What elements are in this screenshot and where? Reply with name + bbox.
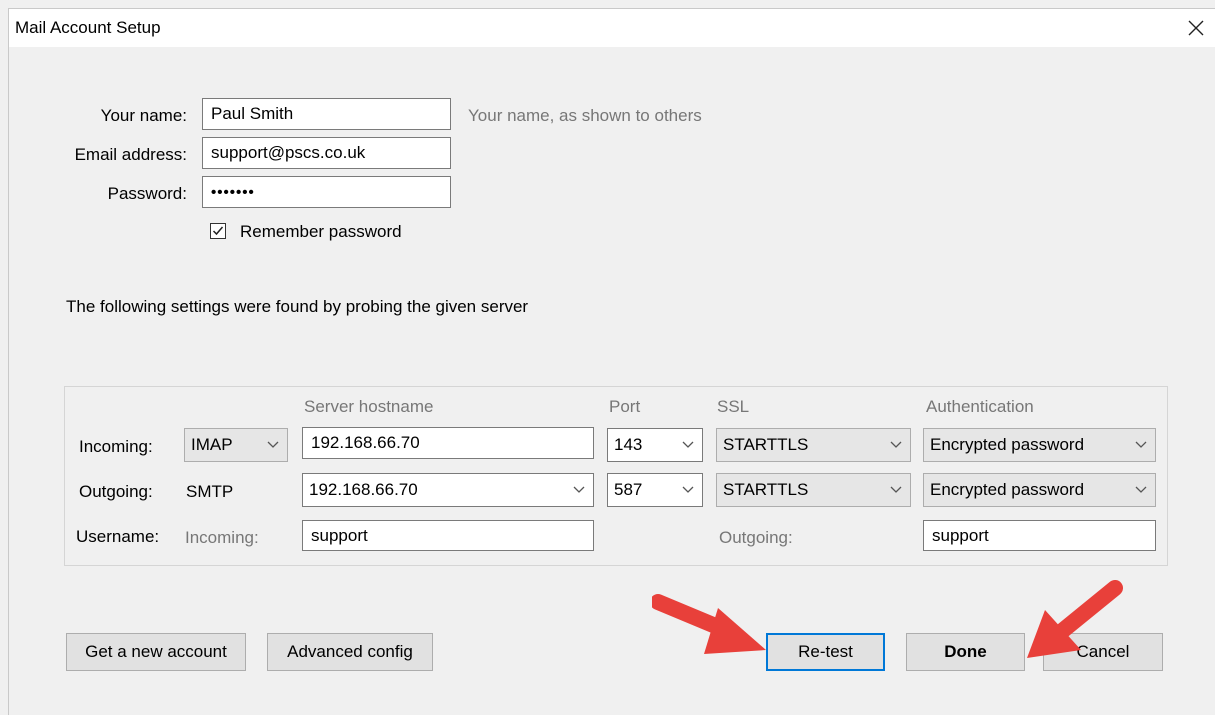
- close-icon: [1188, 20, 1204, 36]
- red-arrow-icon: [652, 594, 766, 654]
- chevron-down-icon: [267, 441, 279, 448]
- your-name-label: Your name:: [100, 106, 187, 125]
- username-label: Username:: [76, 527, 160, 546]
- incoming-protocol-select[interactable]: IMAP: [184, 428, 288, 462]
- header-authentication: Authentication: [926, 397, 1034, 416]
- username-incoming-label: Incoming:: [185, 528, 259, 547]
- chevron-down-icon: [573, 486, 585, 493]
- incoming-authentication-value: Encrypted password: [930, 435, 1085, 454]
- outgoing-hostname-value: 192.168.66.70: [309, 480, 418, 499]
- incoming-hostname-input[interactable]: 192.168.66.70: [302, 427, 594, 459]
- outgoing-label: Outgoing:: [79, 482, 153, 501]
- incoming-port-select[interactable]: 143: [607, 428, 703, 462]
- incoming-ssl-value: STARTTLS: [723, 435, 809, 454]
- incoming-username-value: support: [311, 525, 368, 545]
- done-button[interactable]: Done: [906, 633, 1025, 671]
- email-label: Email address:: [74, 145, 187, 164]
- outgoing-hostname-combobox[interactable]: 192.168.66.70: [302, 473, 594, 507]
- incoming-hostname-value: 192.168.66.70: [311, 433, 420, 452]
- chevron-down-icon: [682, 486, 694, 493]
- password-label: Password:: [107, 184, 187, 203]
- email-value: support@pscs.co.uk: [211, 143, 366, 162]
- chevron-down-icon: [890, 486, 902, 493]
- incoming-username-input[interactable]: support: [302, 520, 594, 551]
- outgoing-username-value: support: [932, 525, 989, 545]
- header-port: Port: [609, 397, 641, 416]
- advanced-config-button[interactable]: Advanced config: [267, 633, 433, 671]
- outgoing-port-select[interactable]: 587: [607, 473, 703, 507]
- your-name-hint: Your name, as shown to others: [468, 106, 702, 125]
- remember-password-label[interactable]: Remember password: [240, 222, 402, 242]
- chevron-down-icon: [890, 441, 902, 448]
- chevron-down-icon: [682, 441, 694, 448]
- remember-password-checkbox[interactable]: [210, 223, 226, 239]
- probe-message: The following settings were found by pro…: [66, 297, 529, 316]
- password-input[interactable]: •••••••: [202, 176, 451, 208]
- mail-account-setup-dialog: Mail Account Setup Your name: Paul Smith…: [8, 8, 1215, 715]
- outgoing-ssl-select[interactable]: STARTTLS: [716, 473, 911, 507]
- outgoing-authentication-value: Encrypted password: [930, 480, 1085, 499]
- window-title: Mail Account Setup: [15, 18, 161, 37]
- get-new-account-button[interactable]: Get a new account: [66, 633, 246, 671]
- outgoing-username-input[interactable]: support: [923, 520, 1156, 551]
- username-outgoing-label: Outgoing:: [719, 528, 793, 547]
- close-button[interactable]: [1181, 13, 1211, 43]
- incoming-ssl-select[interactable]: STARTTLS: [716, 428, 911, 462]
- title-bar: Mail Account Setup: [9, 9, 1215, 47]
- outgoing-protocol: SMTP: [186, 482, 234, 501]
- header-server-hostname: Server hostname: [304, 397, 434, 416]
- retest-button[interactable]: Re-test: [766, 633, 885, 671]
- password-value: •••••••: [211, 183, 255, 201]
- incoming-authentication-select[interactable]: Encrypted password: [923, 428, 1156, 462]
- outgoing-authentication-select[interactable]: Encrypted password: [923, 473, 1156, 507]
- outgoing-ssl-value: STARTTLS: [723, 480, 809, 499]
- chevron-down-icon: [1135, 441, 1147, 448]
- incoming-label: Incoming:: [79, 437, 153, 456]
- incoming-protocol-value: IMAP: [191, 435, 233, 454]
- header-ssl: SSL: [717, 397, 750, 416]
- red-arrow-icon: [1027, 580, 1123, 658]
- chevron-down-icon: [1135, 486, 1147, 493]
- your-name-input[interactable]: Paul Smith: [202, 98, 451, 130]
- incoming-port-value: 143: [614, 435, 643, 454]
- your-name-value: Paul Smith: [211, 104, 294, 123]
- outgoing-port-value: 587: [614, 480, 643, 499]
- checkmark-icon: [212, 226, 224, 236]
- email-input[interactable]: support@pscs.co.uk: [202, 137, 451, 169]
